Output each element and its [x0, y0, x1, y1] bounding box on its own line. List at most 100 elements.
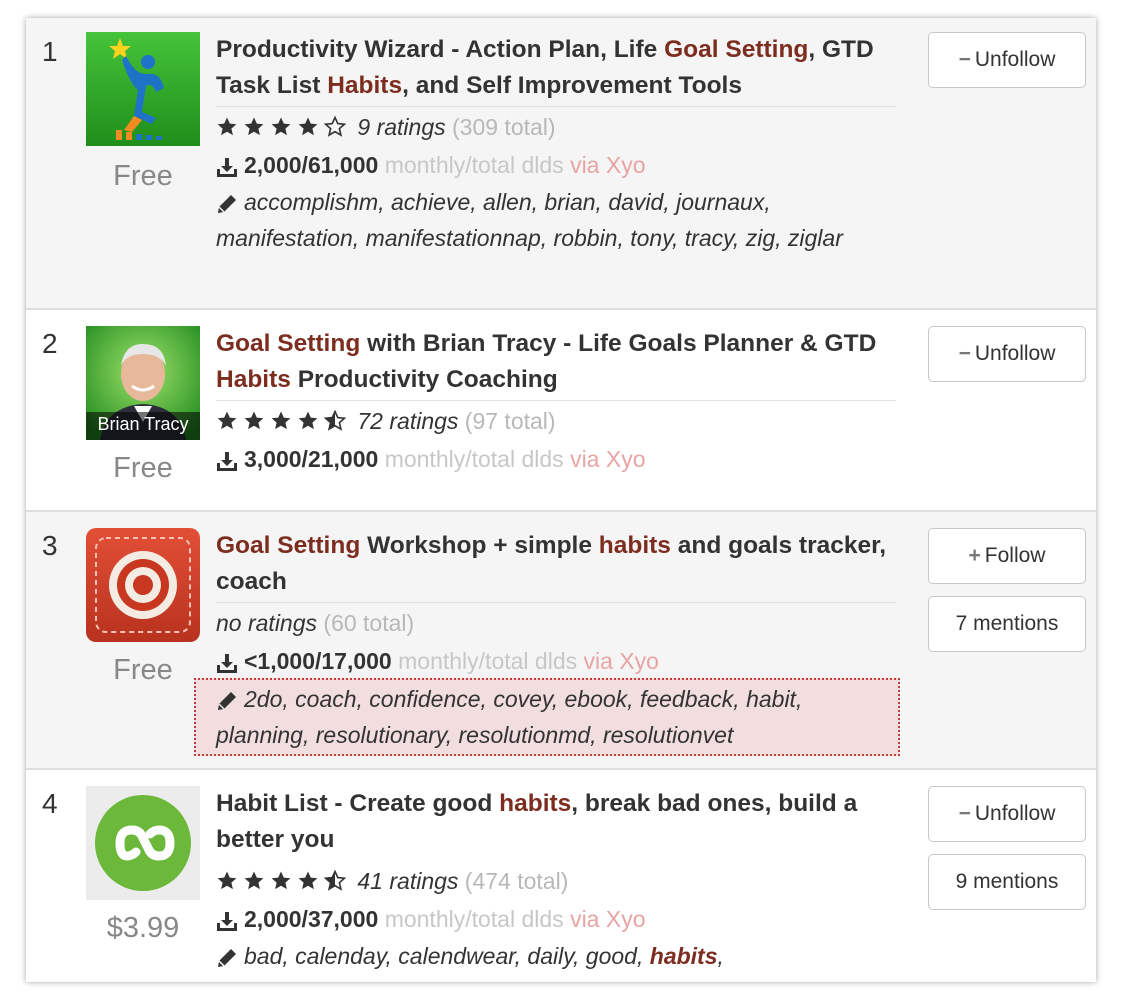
via-xyo-link[interactable]: via Xyo	[570, 906, 645, 932]
keyword-tags: 2do, coach, confidence, covey, ebook, fe…	[194, 678, 900, 756]
downloads-count: 2,000/37,000	[244, 906, 379, 932]
button-label: Unfollow	[974, 342, 1056, 365]
star-full-icon	[298, 871, 318, 890]
price-label: Free	[113, 654, 173, 686]
follow-button[interactable]: + Follow	[928, 528, 1086, 584]
download-icon	[216, 652, 238, 674]
title-highlight: Goal Setting	[664, 36, 809, 63]
star-full-icon	[298, 117, 318, 136]
tags-text: bad, calenday, calendwear, daily, good,	[244, 943, 650, 969]
pencil-icon	[216, 947, 238, 969]
minus-icon: −	[958, 342, 971, 365]
title-text: Productivity Coaching	[290, 366, 558, 393]
tag-highlight: habits	[649, 943, 718, 969]
downloads-label: monthly/total dlds	[398, 648, 578, 674]
downloads-line: 2,000/37,000 monthly/total dlds via Xyo	[216, 902, 646, 936]
star-full-icon	[217, 411, 237, 430]
divider	[216, 400, 896, 401]
star-full-icon	[244, 117, 264, 136]
button-label: Unfollow	[974, 802, 1056, 825]
via-xyo-link[interactable]: via Xyo	[570, 446, 645, 472]
app-title[interactable]: Goal Setting Workshop + simple habits an…	[216, 528, 906, 600]
downloads-label: monthly/total dlds	[384, 446, 564, 472]
pencil-icon	[216, 690, 238, 712]
title-highlight: habits	[499, 790, 572, 817]
star-empty-icon	[323, 115, 347, 137]
ratings-line: 72 ratings (97 total)	[216, 404, 556, 438]
app-list: 1 Free Productivity Wizard - Action Plan…	[26, 18, 1096, 982]
via-xyo-link[interactable]: via Xyo	[570, 152, 645, 178]
via-xyo-link[interactable]: via Xyo	[584, 648, 659, 674]
app-title[interactable]: Goal Setting with Brian Tracy - Life Goa…	[216, 326, 906, 398]
downloads-line: 2,000/61,000 monthly/total dlds via Xyo	[216, 148, 646, 182]
ratings-count: no ratings	[216, 610, 318, 636]
download-icon	[216, 910, 238, 932]
rank-number: 3	[42, 530, 58, 561]
tags-text: ,	[717, 943, 724, 969]
ratings-line: 41 ratings (474 total)	[216, 864, 568, 898]
star-full-icon	[271, 117, 291, 136]
star-full-icon	[271, 411, 291, 430]
ratings-count: 41 ratings	[357, 868, 459, 894]
plus-icon: +	[968, 544, 981, 567]
ratings-line: no ratings (60 total)	[216, 606, 414, 640]
downloads-line: <1,000/17,000 monthly/total dlds via Xyo	[216, 644, 659, 678]
unfollow-button[interactable]: − Unfollow	[928, 786, 1086, 842]
app-row: 3 Free Goal Setting Workshop + simple ha	[26, 512, 1096, 770]
habit-list-app-icon[interactable]	[86, 786, 200, 900]
tags-text: accomplishm, achieve, allen, brian, davi…	[216, 189, 843, 251]
app-title[interactable]: Habit List - Create good habits, break b…	[216, 786, 906, 858]
mentions-button[interactable]: 7 mentions	[928, 596, 1086, 652]
star-full-icon	[217, 871, 237, 890]
brian-tracy-app-icon[interactable]: Brian Tracy	[86, 326, 200, 440]
title-highlight: Goal Setting	[216, 330, 361, 357]
price-label: Free	[113, 452, 173, 484]
tags-text: 2do, coach, confidence, covey, ebook, fe…	[216, 686, 803, 748]
title-highlight: Goal Setting	[216, 532, 361, 559]
star-rating	[216, 110, 351, 144]
divider	[216, 106, 896, 107]
ratings-total: (60 total)	[323, 610, 415, 636]
app-row: 2 Brian Tracy Free Goal Setting with Bri…	[26, 310, 1096, 512]
title-text: with Brian Tracy - Life Goals Planner & …	[360, 330, 877, 357]
ratings-count: 72 ratings	[357, 408, 459, 434]
downloads-count: 3,000/21,000	[244, 446, 379, 472]
star-full-icon	[271, 871, 291, 890]
unfollow-button[interactable]: − Unfollow	[928, 326, 1086, 382]
title-text: Workshop + simple	[360, 532, 599, 559]
title-highlight: Habits	[327, 72, 403, 99]
download-icon	[216, 450, 238, 472]
title-highlight: habits	[598, 532, 671, 559]
star-full-icon	[244, 411, 264, 430]
divider	[216, 602, 896, 603]
unfollow-button[interactable]: − Unfollow	[928, 32, 1086, 88]
star-rating	[216, 864, 351, 898]
ratings-line: 9 ratings (309 total)	[216, 110, 556, 144]
rank-number: 2	[42, 328, 58, 359]
title-text: Habit List - Create good	[216, 790, 500, 817]
ratings-total: (309 total)	[452, 114, 556, 140]
target-app-icon[interactable]	[86, 528, 200, 642]
star-full-icon	[217, 117, 237, 136]
star-half-icon	[323, 409, 347, 431]
mentions-button[interactable]: 9 mentions	[928, 854, 1086, 910]
star-rating	[216, 404, 351, 438]
minus-icon: −	[958, 48, 971, 71]
star-half-icon	[323, 869, 347, 891]
app-title[interactable]: Productivity Wizard - Action Plan, Life …	[216, 32, 906, 104]
title-highlight: Habits	[216, 366, 291, 393]
downloads-count: <1,000/17,000	[244, 648, 392, 674]
minus-icon: −	[958, 802, 971, 825]
title-text: , and Self Improvement Tools	[402, 72, 742, 99]
productivity-wizard-app-icon[interactable]	[86, 32, 200, 146]
rank-number: 4	[42, 788, 58, 819]
icon-caption: Brian Tracy	[97, 414, 189, 434]
keyword-tags: bad, calenday, calendwear, daily, good, …	[216, 938, 896, 974]
price-label: $3.99	[106, 912, 180, 944]
downloads-count: 2,000/61,000	[244, 152, 379, 178]
app-row: 1 Free Productivity Wizard - Action Plan…	[26, 18, 1096, 310]
ratings-total: (474 total)	[464, 868, 569, 894]
keyword-tags: accomplishm, achieve, allen, brian, davi…	[216, 184, 896, 256]
pencil-icon	[216, 193, 238, 215]
ratings-total: (97 total)	[464, 408, 556, 434]
